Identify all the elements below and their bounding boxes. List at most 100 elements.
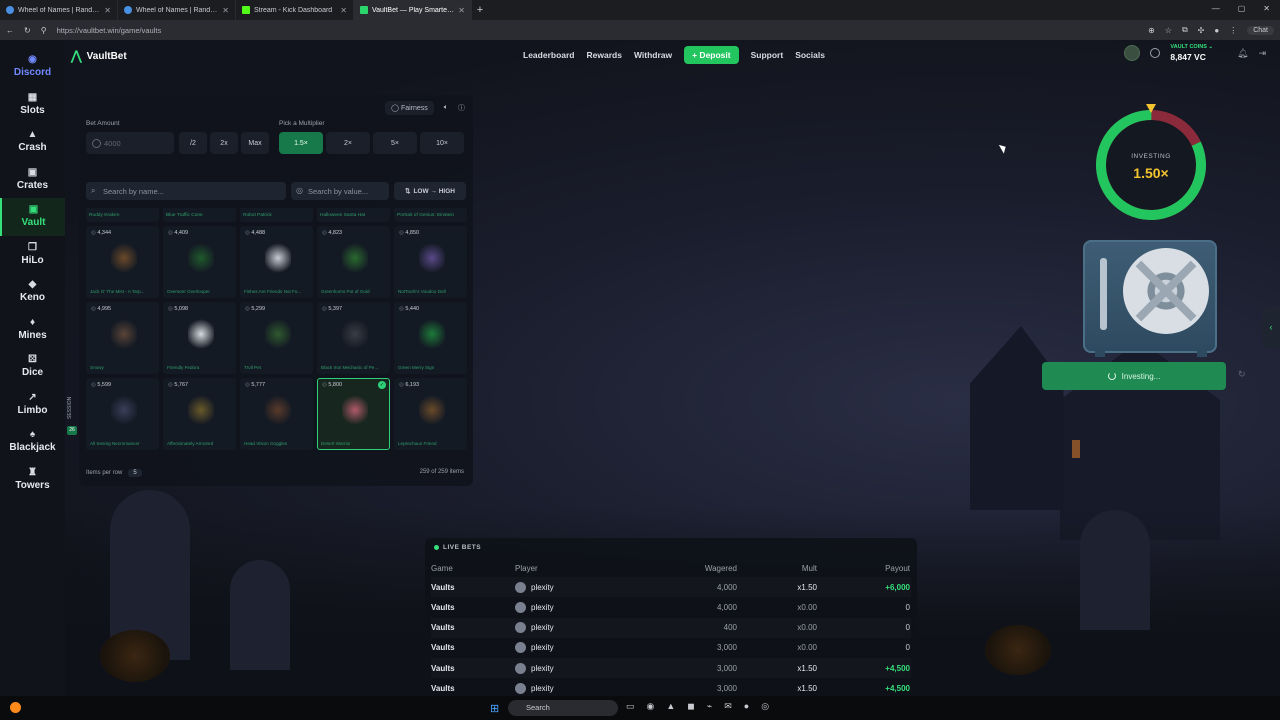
item-image (111, 243, 137, 273)
sidebar-item-blackjack[interactable]: ♠ Blackjack (0, 423, 65, 461)
app-icon[interactable]: ✉ (724, 701, 732, 712)
file-explorer-icon[interactable]: ▭ (626, 701, 635, 712)
sidebar-item-slots[interactable]: ▦ Slots (0, 86, 65, 124)
search-by-value-input[interactable]: ◎ Search by value... (291, 182, 389, 200)
multiplier-5x-button[interactable]: 5× (373, 132, 417, 154)
coin-balance[interactable]: VAULT COINS ⌄ 8,847 VC (1170, 44, 1213, 61)
double-bet-button[interactable]: 2x (210, 132, 238, 154)
browser-tab[interactable]: Wheel of Names | Random name✕ (0, 0, 118, 20)
item-card[interactable]: 5,777 Head Vision Goggles (240, 378, 313, 450)
browser-tab-active[interactable]: VaultBet — Play Smarter, Bet ✕ (354, 0, 472, 20)
app-icon[interactable]: ⌁ (707, 701, 712, 712)
investing-button[interactable]: Investing... (1042, 362, 1226, 390)
windows-start-icon[interactable]: ⊞ (490, 702, 499, 715)
item-card[interactable]: 5,440 Green Merry Sign (394, 302, 467, 374)
sound-icon[interactable]: 🔈︎ (444, 104, 448, 112)
sidebar-item-vault[interactable]: ▣ Vault (0, 198, 65, 236)
item-card[interactable]: 4,344 Jack O' The Mist - A Tarp... (86, 226, 159, 298)
sidebar-item-discord[interactable]: ◉ Discord (0, 48, 65, 86)
sidebar-item-keno[interactable]: ◆ Keno (0, 273, 65, 311)
item-card[interactable]: 5,397 Black Iron Mechanic of Pe... (317, 302, 390, 374)
logout-icon[interactable]: ⇥ (1258, 48, 1266, 59)
item-card[interactable]: 4,409 Overseer Overlooper (163, 226, 236, 298)
close-tab-icon[interactable]: ✕ (340, 6, 347, 15)
chevron-left-icon[interactable]: ‹ (1262, 306, 1280, 348)
refresh-icon[interactable]: ↻ (1238, 369, 1246, 380)
menu-dots-icon[interactable]: ⋮ (1229, 26, 1237, 35)
browser-app-icon[interactable]: ◼ (687, 701, 694, 712)
item-card-partial[interactable]: Blue Traffic Cone (163, 208, 236, 222)
items-per-row-select[interactable]: 5 (128, 469, 142, 477)
sidebar-item-crates[interactable]: ▣ Crates (0, 161, 65, 199)
bet-amount-input[interactable]: 4000 (86, 132, 174, 154)
max-bet-button[interactable]: Max (241, 132, 269, 154)
nav-rewards[interactable]: Rewards (587, 50, 622, 60)
reload-icon[interactable]: ↻ (24, 26, 31, 35)
multiplier-10x-button[interactable]: 10× (420, 132, 464, 154)
half-bet-button[interactable]: /2 (179, 132, 207, 154)
maximize-icon[interactable]: ▢ (1238, 4, 1246, 13)
brand-logo[interactable]: ⋀ VaultBet (71, 48, 127, 64)
chrome-icon[interactable]: ◎ (761, 701, 769, 712)
close-window-icon[interactable]: ✕ (1263, 4, 1270, 13)
sort-button[interactable]: ⇅ LOW → HIGH (394, 182, 466, 200)
close-tab-icon[interactable]: ✕ (458, 6, 465, 15)
fairness-button[interactable]: ◯ Fairness (385, 101, 434, 115)
sidebar-item-dice[interactable]: ⚄ Dice (0, 348, 65, 386)
sidebar-item-crash[interactable]: ▲ Crash (0, 123, 65, 161)
profile-avatar-icon[interactable]: ● (1214, 26, 1219, 35)
spotify-icon[interactable]: ● (744, 701, 749, 712)
sidebar-item-limbo[interactable]: ↗ Limbo (0, 386, 65, 424)
new-tab-button[interactable]: + (472, 4, 488, 16)
deposit-button[interactable]: + Deposit (684, 46, 739, 64)
item-card-partial[interactable]: Ruddy Kraken (86, 208, 159, 222)
nav-leaderboard[interactable]: Leaderboard (523, 50, 575, 60)
item-name: Fishes Are Friends Not Fo... (244, 289, 302, 294)
browser-tab[interactable]: Stream - Kick Dashboard ✕ (236, 0, 354, 20)
close-tab-icon[interactable]: ✕ (104, 6, 111, 15)
user-avatar[interactable] (1124, 45, 1141, 61)
close-tab-icon[interactable]: ✕ (222, 6, 229, 15)
item-card[interactable]: 6,193 Leprechaun Friend (394, 378, 467, 450)
item-card[interactable]: 4,488 Fishes Are Friends Not Fo... (240, 226, 313, 298)
extensions-icon[interactable]: ⧉ (1182, 25, 1188, 35)
puzzle-icon[interactable]: ✣ (1198, 26, 1205, 35)
item-image (188, 395, 214, 425)
item-card[interactable]: 5,299 Troll Pet (240, 302, 313, 374)
nav-support[interactable]: Support (751, 50, 784, 60)
item-card[interactable]: 4,850 NotToofn's Voodoo Doll (394, 226, 467, 298)
item-card[interactable]: 5,767 Affectionately Armored (163, 378, 236, 450)
sidebar-item-hilo[interactable]: ❐ HiLo (0, 236, 65, 274)
bookmark-star-icon[interactable]: ☆ (1165, 26, 1172, 35)
site-info-icon[interactable]: ⚲ (41, 26, 47, 35)
discord-app-icon[interactable]: ◉ (647, 701, 655, 712)
help-icon[interactable]: ⓘ (458, 103, 465, 113)
multiplier-1-5x-button[interactable]: 1.5× (279, 132, 323, 154)
search-by-name-input[interactable]: ⌕ Search by name... (86, 182, 286, 200)
sidebar-item-mines[interactable]: ♦ Mines (0, 311, 65, 349)
nav-socials[interactable]: Socials (795, 50, 825, 60)
app-orb-icon[interactable] (10, 702, 21, 713)
multiplier-2x-button[interactable]: 2× (326, 132, 370, 154)
item-card[interactable]: 4,823 Greenhorns Pot of Gold (317, 226, 390, 298)
nav-withdraw[interactable]: Withdraw (634, 50, 672, 60)
bell-icon[interactable]: 🔔︎ (1237, 48, 1248, 59)
browser-tab[interactable]: Wheel of Names | Random name✕ (118, 0, 236, 20)
chat-button[interactable]: Chat (1247, 25, 1274, 35)
item-card-partial[interactable]: Halloween Santa Hat (317, 208, 390, 222)
cell-mult: x1.50 (797, 582, 817, 592)
app-icon[interactable]: ▲ (666, 701, 675, 712)
item-card[interactable]: 5,599 All Seeing Necromancer (86, 378, 159, 450)
item-card-selected[interactable]: 5,800 Desert Warrior ✓ (317, 378, 390, 450)
zoom-icon[interactable]: ⊕ (1148, 26, 1155, 35)
item-card-partial[interactable]: Portrait of Genius: Einstein (394, 208, 467, 222)
minimize-icon[interactable]: — (1212, 4, 1220, 13)
url-field[interactable]: https://vaultbet.win/game/vaults (57, 26, 1139, 35)
item-card[interactable]: 5,098 Friendly Fedora (163, 302, 236, 374)
sidebar-item-towers[interactable]: ♜ Towers (0, 461, 65, 499)
item-card-partial[interactable]: Robot Patrick (240, 208, 313, 222)
item-card[interactable]: 4,995 Snowy (86, 302, 159, 374)
session-tab[interactable]: SESSION (67, 384, 77, 432)
taskbar-search[interactable]: Search (508, 700, 618, 716)
back-icon[interactable]: ← (6, 26, 14, 35)
